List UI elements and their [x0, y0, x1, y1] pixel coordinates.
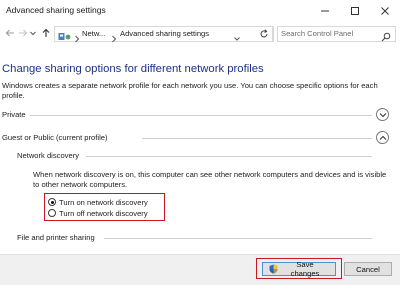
refresh-icon: [260, 29, 268, 38]
chevron-down-icon: [379, 112, 386, 117]
title-bar: Advanced sharing settings: [0, 0, 400, 22]
breadcrumb-item[interactable]: Netw...: [82, 29, 105, 38]
section-divider: [104, 238, 372, 239]
radio-button-selected[interactable]: [48, 198, 56, 206]
control-panel-icon: [58, 29, 72, 47]
forward-arrow-icon: [19, 29, 28, 37]
breadcrumb-separator-icon: [74, 30, 80, 48]
recent-locations-button[interactable]: [29, 27, 37, 39]
radio-label[interactable]: Turn on network discovery: [59, 198, 148, 207]
section-divider: [142, 138, 372, 139]
save-changes-label: Save changes: [290, 260, 320, 278]
radio-button[interactable]: [48, 209, 56, 217]
minimize-icon: [321, 10, 329, 12]
search-icon[interactable]: [381, 29, 391, 47]
radio-label[interactable]: Turn off network discovery: [59, 209, 148, 218]
chevron-down-icon: [234, 37, 240, 41]
radio-turn-off-network-discovery[interactable]: Turn off network discovery: [48, 208, 148, 218]
collapse-guest-public-button[interactable]: [376, 131, 389, 144]
profile-label-guest-public[interactable]: Guest or Public (current profile): [2, 133, 108, 142]
forward-button[interactable]: [17, 27, 29, 39]
section-divider: [30, 115, 372, 116]
address-history-button[interactable]: [233, 30, 241, 48]
minimize-button[interactable]: [310, 0, 340, 22]
maximize-icon: [351, 7, 359, 15]
page-description: Windows creates a separate network profi…: [2, 81, 378, 100]
network-discovery-label: Network discovery: [17, 151, 80, 160]
back-arrow-icon: [5, 29, 14, 37]
breadcrumb-separator-icon: [111, 30, 117, 48]
cancel-button[interactable]: Cancel: [344, 262, 392, 276]
page-title: Change sharing options for different net…: [2, 63, 264, 75]
radio-turn-on-network-discovery[interactable]: Turn on network discovery: [48, 197, 148, 207]
search-box[interactable]: [277, 26, 396, 42]
address-bar[interactable]: Netw... Advanced sharing settings: [54, 26, 274, 43]
profile-label-private[interactable]: Private: [2, 110, 26, 119]
chevron-up-icon: [379, 135, 386, 140]
close-button[interactable]: [370, 0, 400, 22]
uac-shield-icon: [269, 264, 278, 274]
up-arrow-icon: [42, 28, 50, 37]
close-icon: [381, 7, 389, 15]
file-printer-sharing-label: File and printer sharing: [17, 233, 95, 242]
chevron-down-icon: [30, 31, 36, 36]
network-discovery-description: When network discovery is on, this compu…: [33, 170, 387, 189]
window-title: Advanced sharing settings: [6, 5, 106, 15]
back-button[interactable]: [4, 27, 16, 39]
search-input[interactable]: [281, 28, 376, 39]
up-button[interactable]: [40, 27, 52, 39]
scrollbar[interactable]: [396, 48, 400, 254]
save-changes-button[interactable]: Save changes: [262, 260, 336, 278]
expand-private-button[interactable]: [376, 108, 389, 121]
maximize-button[interactable]: [340, 0, 370, 22]
refresh-button[interactable]: [256, 26, 273, 42]
section-divider: [86, 156, 372, 157]
breadcrumb-item[interactable]: Advanced sharing settings: [120, 29, 209, 38]
